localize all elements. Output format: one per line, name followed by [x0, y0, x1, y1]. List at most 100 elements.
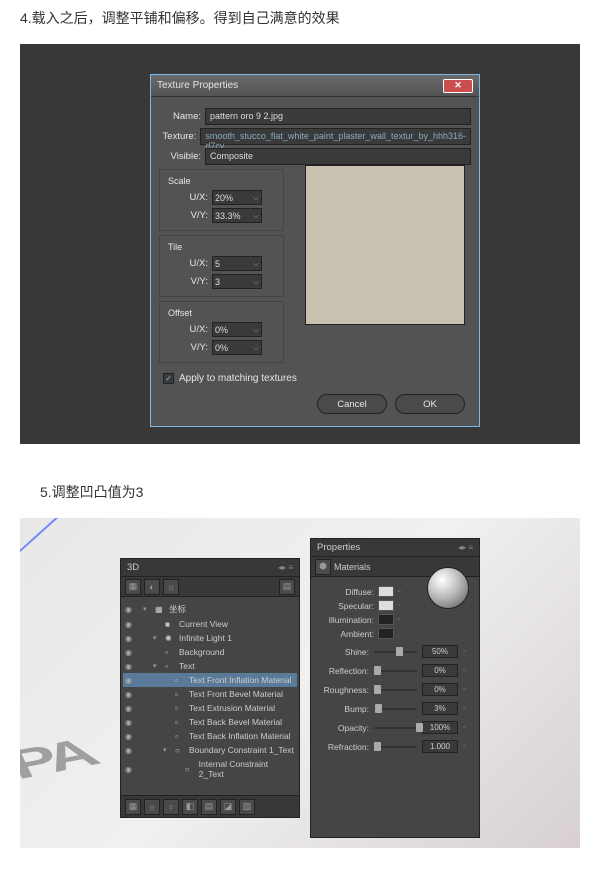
- visibility-icon[interactable]: ◉: [125, 662, 135, 671]
- tree-item[interactable]: ◉▫Text Back Inflation Material: [123, 729, 297, 743]
- material-preview-sphere[interactable]: [427, 567, 469, 609]
- texture-input[interactable]: smooth_stucco_flat_white_paint_plaster_w…: [200, 128, 471, 145]
- bump-slider[interactable]: [374, 708, 417, 710]
- footer-tool-icon[interactable]: ◧: [182, 799, 198, 815]
- folder-icon[interactable]: ▫: [398, 588, 406, 595]
- tree-item[interactable]: ◉▫Text Back Bevel Material: [123, 715, 297, 729]
- shine-value[interactable]: 50%: [422, 645, 458, 658]
- offset-vy-input[interactable]: 0%: [212, 340, 262, 355]
- scale-vy-input[interactable]: 33.3%: [212, 208, 262, 223]
- cancel-button[interactable]: Cancel: [317, 394, 387, 414]
- reflection-label: Reflection:: [319, 666, 369, 676]
- bump-value[interactable]: 3%: [422, 702, 458, 715]
- folder-icon[interactable]: ▫: [463, 648, 471, 655]
- tree-item[interactable]: ◉▫Text Front Bevel Material: [123, 687, 297, 701]
- panel-3d-header[interactable]: 3D◂▸ ≡: [121, 559, 299, 577]
- roughness-slider[interactable]: [374, 689, 417, 691]
- visibility-icon[interactable]: ◉: [125, 690, 135, 699]
- ok-button[interactable]: OK: [395, 394, 465, 414]
- tree-item[interactable]: ◉▾▦坐标: [123, 601, 297, 617]
- visibility-icon[interactable]: ◉: [125, 676, 135, 685]
- folder-icon[interactable]: ▫: [463, 743, 471, 750]
- tile-vy-input[interactable]: 3: [212, 274, 262, 289]
- illumination-swatch[interactable]: [378, 614, 394, 625]
- footer-tool-icon[interactable]: ▦: [125, 799, 141, 815]
- screenshot-2: PA ER 3D◂▸ ≡ ▦ ◐ ☼ ▤ ◉▾▦坐标◉■Current View…: [20, 518, 580, 848]
- refraction-row: Refraction:1.000▫: [319, 740, 471, 753]
- scale-title: Scale: [168, 176, 277, 186]
- scene-icon[interactable]: ▤: [279, 579, 295, 595]
- panel-3d-footer: ▦☼♀◧▤◪▧: [121, 795, 299, 817]
- folder-icon[interactable]: ▫: [463, 686, 471, 693]
- shine-label: Shine:: [319, 647, 369, 657]
- filter-mesh-icon[interactable]: ▦: [125, 579, 141, 595]
- opacity-value[interactable]: 100%: [422, 721, 458, 734]
- tree-label: Text Front Inflation Material: [189, 675, 292, 685]
- footer-tool-icon[interactable]: ☼: [144, 799, 160, 815]
- tile-vy-label: V/Y:: [166, 276, 208, 287]
- ambient-swatch[interactable]: [378, 628, 394, 639]
- materials-icon[interactable]: ⬢: [315, 559, 331, 575]
- offset-ux-input[interactable]: 0%: [212, 322, 262, 337]
- tree-item[interactable]: ◉▫Background: [123, 645, 297, 659]
- opacity-slider[interactable]: [374, 727, 417, 729]
- tree-item[interactable]: ◉○Internal Constraint 2_Text: [123, 757, 297, 781]
- tree-item[interactable]: ◉▫Text Front Inflation Material: [123, 673, 297, 687]
- panel-prop-header[interactable]: Properties◂▸ ≡: [311, 539, 479, 557]
- checkbox-icon[interactable]: ✓: [163, 373, 174, 384]
- apply-checkbox-row[interactable]: ✓ Apply to matching textures: [163, 373, 467, 384]
- visibility-icon[interactable]: ◉: [125, 718, 135, 727]
- footer-tool-icon[interactable]: ♀: [163, 799, 179, 815]
- folder-icon[interactable]: ▫: [463, 667, 471, 674]
- visibility-icon[interactable]: ◉: [125, 605, 135, 614]
- visibility-icon[interactable]: ◉: [125, 620, 135, 629]
- scale-ux-input[interactable]: 20%: [212, 190, 262, 205]
- tree-label: Infinite Light 1: [179, 633, 232, 643]
- folder-icon[interactable]: ▫: [463, 705, 471, 712]
- visibility-icon[interactable]: ◉: [125, 765, 135, 774]
- viewport-3d[interactable]: [20, 518, 580, 848]
- diffuse-swatch[interactable]: [378, 586, 394, 597]
- tree-item[interactable]: ◉▾▫Text: [123, 659, 297, 673]
- name-input[interactable]: pattern oro 9 2.jpg: [205, 108, 471, 125]
- folder-icon[interactable]: ▫: [463, 724, 471, 731]
- footer-tool-icon[interactable]: ▤: [201, 799, 217, 815]
- reflection-row: Reflection: 0% ▫: [319, 664, 471, 677]
- tree-label: Text Front Bevel Material: [189, 689, 283, 699]
- panel-menu-icon[interactable]: ◂▸ ≡: [278, 563, 293, 572]
- visibility-icon[interactable]: ◉: [125, 732, 135, 741]
- folder-icon[interactable]: ▫: [398, 602, 406, 609]
- texture-label: Texture:: [159, 131, 196, 142]
- visibility-icon[interactable]: ◉: [125, 634, 135, 643]
- refraction-slider[interactable]: [374, 746, 417, 748]
- close-button[interactable]: ✕: [443, 79, 473, 93]
- refraction-value[interactable]: 1.000: [422, 740, 458, 753]
- illumination-label: Illumination:: [319, 615, 374, 625]
- panel-menu-icon[interactable]: ◂▸ ≡: [458, 543, 473, 552]
- tree-item[interactable]: ◉■Current View: [123, 617, 297, 631]
- tree-item[interactable]: ◉▫Text Extrusion Material: [123, 701, 297, 715]
- footer-tool-icon[interactable]: ▧: [239, 799, 255, 815]
- shine-slider[interactable]: [374, 651, 417, 653]
- folder-icon[interactable]: ▫: [398, 616, 406, 623]
- filter-material-icon[interactable]: ◐: [144, 579, 160, 595]
- scene-tree: ◉▾▦坐标◉■Current View◉▾✺Infinite Light 1◉▫…: [121, 597, 299, 785]
- opacity-label: Opacity:: [319, 723, 369, 733]
- filter-light-icon[interactable]: ☼: [163, 579, 179, 595]
- visible-select[interactable]: Composite: [205, 148, 471, 165]
- tree-item[interactable]: ◉▾○Boundary Constraint 1_Text: [123, 743, 297, 757]
- visibility-icon[interactable]: ◉: [125, 746, 135, 755]
- visibility-icon[interactable]: ◉: [125, 648, 135, 657]
- reflection-value[interactable]: 0%: [422, 664, 458, 677]
- dialog-titlebar[interactable]: Texture Properties ✕: [151, 75, 479, 97]
- texture-preview: [305, 165, 465, 325]
- step4-caption: 4.载入之后，调整平铺和偏移。得到自己满意的效果: [0, 0, 600, 36]
- offset-vy-label: V/Y:: [166, 342, 208, 353]
- visibility-icon[interactable]: ◉: [125, 704, 135, 713]
- specular-swatch[interactable]: [378, 600, 394, 611]
- footer-tool-icon[interactable]: ◪: [220, 799, 236, 815]
- roughness-value[interactable]: 0%: [422, 683, 458, 696]
- reflection-slider[interactable]: [374, 670, 417, 672]
- tree-item[interactable]: ◉▾✺Infinite Light 1: [123, 631, 297, 645]
- tile-ux-input[interactable]: 5: [212, 256, 262, 271]
